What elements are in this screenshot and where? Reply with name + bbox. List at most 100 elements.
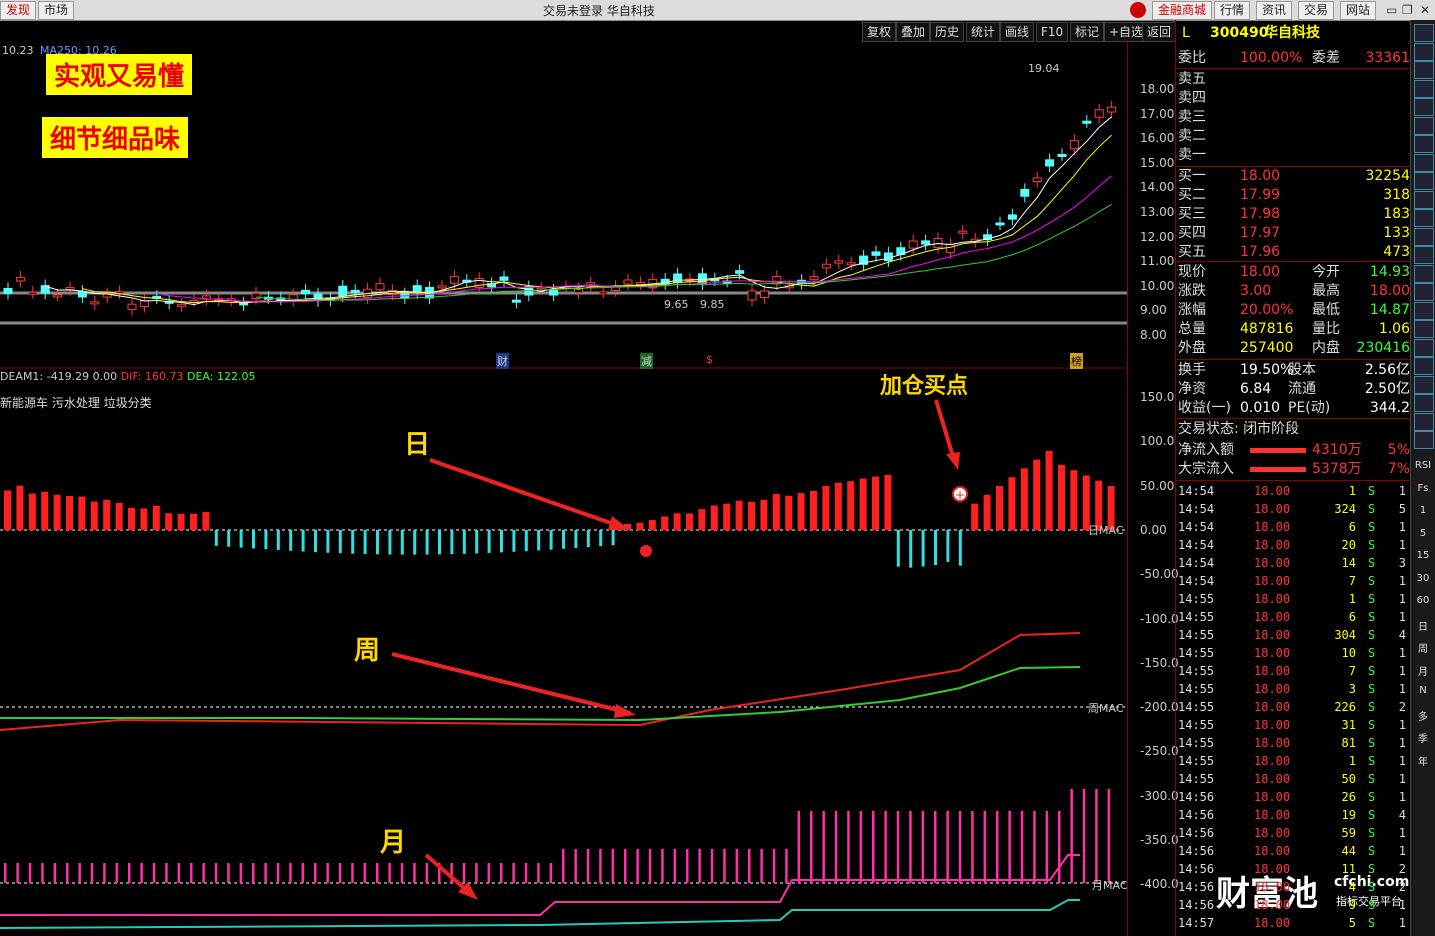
wave-icon[interactable] [1414,320,1434,338]
day-macd-bar [884,474,892,530]
kline-chart[interactable]: + [0,40,1128,936]
back-button[interactable]: 返回 [1142,22,1177,42]
event-marker-dollar[interactable]: $ [706,353,713,366]
finance-mall-button[interactable]: 金融商城 [1152,1,1213,20]
stack-icon[interactable] [1414,338,1434,357]
mark-button[interactable]: 标记 [1070,22,1105,42]
candlestick [65,287,75,291]
buy-level-volume: 32254 [1365,168,1410,184]
tick-time: 14:54 [1178,538,1215,552]
day-macd-bar [462,530,466,554]
fs-icon[interactable] [1414,412,1434,431]
period-tab[interactable]: 日 [1414,618,1432,634]
overlay-button[interactable]: 叠加 [896,22,931,42]
period-tab[interactable]: 月 [1414,663,1432,679]
day-macd-bar [810,490,817,530]
month-macd-bar [586,849,590,883]
period-tab[interactable]: 15 [1414,550,1432,566]
month-macd-bar [636,849,639,883]
month-macd-bar [475,863,478,883]
f10-button[interactable]: F10 [1036,22,1069,42]
period-tab[interactable]: 多 [1414,708,1432,724]
buy-level-row[interactable]: 买五 17.96 473 [1178,243,1410,262]
period-tab[interactable]: 60 [1414,595,1432,611]
quote-stat-row: 外盘 257400 内盘 230416 [1178,339,1410,358]
bars-icon[interactable] [1414,116,1434,135]
period-tab[interactable]: 周 [1414,640,1432,656]
tick-volume: 7 [1348,664,1356,678]
day-macd-bar [4,490,11,530]
tick-side: S [1368,790,1376,804]
history-button[interactable]: 历史 [930,22,965,42]
chart-icon[interactable] [1414,79,1434,98]
trade-button[interactable]: 交易 [1298,1,1335,20]
rank-icon[interactable] [1414,172,1434,190]
tick-side: S [1368,610,1376,624]
restore-icon[interactable]: ❐ [1402,3,1413,17]
market-button[interactable]: 市场 [38,1,75,20]
minimize-icon[interactable]: ▭ [1386,3,1397,17]
f1-icon[interactable] [1414,227,1434,246]
tick-time: 14:55 [1178,646,1215,660]
statistics-button[interactable]: 统计 [966,22,1001,42]
buy-level-row[interactable]: 买二 17.99 318 [1178,186,1410,205]
month-macd-bar [958,811,962,883]
doc-icon[interactable] [1414,98,1434,116]
period-tab[interactable]: Fs [1414,483,1432,499]
x-icon[interactable] [1414,357,1434,375]
list-icon[interactable] [1414,190,1434,209]
tick-price: 18.00 [1254,502,1291,516]
day-macd-bar [1045,450,1053,530]
pen-icon[interactable] [1414,394,1434,412]
weibi-row: 委比 100.00% 委差 33361 [1178,49,1410,68]
tick-volume: 11 [1341,862,1356,876]
move-icon[interactable] [1414,375,1434,394]
table-icon[interactable] [1414,209,1434,227]
fz-icon[interactable] [1414,246,1434,264]
event-marker-rank[interactable]: 榜 [1070,353,1083,369]
quotes-button[interactable]: 行情 [1214,1,1251,20]
buy-level-row[interactable]: 买四 17.97 133 [1178,224,1410,243]
trend-icon[interactable] [1414,135,1434,153]
tick-count: 1 [1398,484,1406,498]
tick-side: S [1368,772,1376,786]
day-macd-bar [648,520,656,530]
event-marker-finance[interactable]: 财 [496,353,509,369]
gear-icon[interactable] [1414,264,1434,283]
tick-time: 14:56 [1178,898,1215,912]
period-tab[interactable]: RSI [1414,460,1432,476]
stock-code: 300490 [1210,25,1269,41]
stat-label: 涨跌 [1178,283,1206,299]
period-tab[interactable]: N [1414,685,1432,701]
arrow-right-icon[interactable] [1414,42,1434,61]
close-icon[interactable]: ✕ [1420,3,1430,17]
tick-row: 14:55 18.00 81 S 1 [1176,734,1408,752]
period-tab[interactable]: 年 [1414,753,1432,769]
period-tab[interactable]: 30 [1414,573,1432,589]
discover-button[interactable]: 发现 [0,1,37,20]
rsi-icon[interactable] [1414,301,1434,320]
price-axis-tick: 9.00 [1140,303,1167,318]
period-tab[interactable]: 1 [1414,505,1432,521]
grid-icon[interactable] [1414,61,1434,79]
website-button[interactable]: 网站 [1340,1,1377,20]
news-button[interactable]: 资讯 [1256,1,1293,20]
tick-price: 18.00 [1254,646,1291,660]
buy-level-row[interactable]: 买三 17.98 183 [1178,205,1410,224]
tick-count: 1 [1398,826,1406,840]
b-icon[interactable] [1414,431,1434,449]
tick-row: 14:55 18.00 226 S 2 [1176,698,1408,716]
arrow-left-icon[interactable] [1414,24,1434,42]
candlestick [735,270,745,274]
period-tab[interactable]: 5 [1414,528,1432,544]
tick-count: 1 [1398,754,1406,768]
month-macd-bar [611,849,615,883]
candles-icon[interactable] [1414,153,1434,172]
event-marker-reduce[interactable]: 减 [640,353,653,369]
circle-icon[interactable] [1414,283,1434,301]
draw-line-button[interactable]: 画线 [1000,22,1035,42]
restore-right-button[interactable]: 复权 [862,22,897,42]
month-dif-line [0,854,1080,916]
period-tab[interactable]: 季 [1414,730,1432,746]
buy-level-row[interactable]: 买一 18.00 32254 [1178,167,1410,186]
